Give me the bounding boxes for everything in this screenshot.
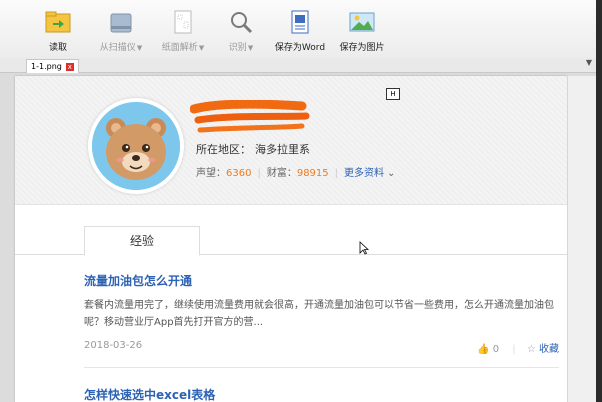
region-label: 所在地区： [196, 143, 251, 156]
mouse-cursor-icon [359, 241, 369, 255]
stats-divider: | [334, 168, 339, 179]
article-title-link[interactable]: 流量加油包怎么开通 [84, 272, 559, 289]
region-value: 海多拉里系 [255, 143, 310, 156]
stats-divider: | [257, 168, 261, 179]
article-meta: 2018-03-26 👍 0 | ☆ 收藏 [84, 340, 559, 356]
level-badge: H [386, 88, 400, 100]
actions-divider: | [512, 344, 516, 355]
region-line: 所在地区： 海多拉里系 [196, 141, 310, 157]
stats-line: 声望：6360 | 财富：98915 | 更多资料 ⌄ [196, 164, 395, 179]
magnifier-icon [227, 8, 255, 36]
vertical-scrollbar[interactable] [567, 76, 597, 402]
save-as-image-label: 保存为图片 [339, 43, 385, 53]
tab-experience[interactable]: 经验 [84, 226, 200, 256]
tab-list-dropdown-icon[interactable]: ▼ [586, 58, 592, 67]
profile-header: H 所在地区： 海多拉里系 声望：6360 | 财富：98915 | 更多资料 ⌄ [15, 76, 567, 205]
tab-label: 1-1.png [31, 62, 62, 71]
article-title-link[interactable]: 怎样快速选中excel表格 [84, 386, 559, 402]
recognize-dropdown-icon: ▼ [247, 44, 254, 52]
content-tabbar: 经验 [15, 226, 567, 256]
article-date: 2018-03-26 [84, 340, 143, 351]
layout-analysis-button[interactable]: 纸面解析▼ [159, 8, 207, 53]
toolbar: 读取 从扫描仪▼ 纸面解析▼ 识别▼ 保存为Word 保存为图片 [0, 0, 596, 59]
wealth-value: 98915 [296, 168, 329, 179]
scanner-dropdown-icon: ▼ [136, 44, 143, 52]
save-as-image-button[interactable]: 保存为图片 [338, 8, 386, 53]
document-tabbar: 1-1.png x ▼ [0, 58, 596, 73]
layout-analysis-label: 纸面解析 [161, 43, 198, 53]
read-label: 读取 [48, 43, 67, 53]
folder-open-icon [44, 8, 72, 36]
word-document-icon [286, 8, 314, 36]
save-as-word-button[interactable]: 保存为Word [272, 8, 328, 53]
page-layout-icon [169, 8, 197, 36]
favorite-link[interactable]: 收藏 [539, 344, 559, 355]
article-divider [84, 367, 559, 368]
chevron-down-icon[interactable]: ⌄ [387, 168, 395, 179]
scanner-button[interactable]: 从扫描仪▼ [96, 8, 146, 53]
layout-dropdown-icon: ▼ [198, 44, 205, 52]
save-as-word-label: 保存为Word [274, 43, 326, 53]
star-icon[interactable]: ☆ [527, 344, 536, 355]
like-count: 0 [492, 344, 500, 355]
bear-avatar-image [92, 102, 180, 190]
more-info-link[interactable]: 更多资料 [344, 168, 384, 179]
recognize-button[interactable]: 识别▼ [224, 8, 258, 53]
redacted-username [189, 99, 310, 138]
article-item: 流量加油包怎么开通 套餐内流量用完了，继续使用流量费用就会很高，开通流量加油包可… [84, 272, 559, 356]
scanner-icon [107, 8, 135, 36]
image-icon [348, 8, 376, 36]
window-edge [596, 0, 602, 402]
article-item: 怎样快速选中excel表格 [84, 386, 559, 402]
reputation-value: 6360 [226, 168, 252, 179]
reputation-label: 声望： [196, 168, 226, 179]
article-actions: 👍 0 | ☆ 收藏 [477, 340, 559, 355]
app-window: 读取 从扫描仪▼ 纸面解析▼ 识别▼ 保存为Word 保存为图片 1-1.png… [0, 0, 597, 402]
recognize-label: 识别 [228, 43, 247, 53]
avatar [88, 98, 184, 194]
close-tab-icon[interactable]: x [65, 62, 74, 71]
scanner-label: 从扫描仪 [99, 43, 136, 53]
wealth-label: 财富： [266, 168, 297, 179]
tab-1-1-png[interactable]: 1-1.png x [26, 59, 79, 73]
image-page: H 所在地区： 海多拉里系 声望：6360 | 财富：98915 | 更多资料 ⌄ 经验 流… [15, 76, 567, 402]
article-summary: 套餐内流量用完了，继续使用流量费用就会很高，开通流量加油包可以节省一些费用，怎么… [84, 300, 554, 328]
document-viewer: H 所在地区： 海多拉里系 声望：6360 | 财富：98915 | 更多资料 ⌄ 经验 流… [0, 73, 597, 402]
read-button[interactable]: 读取 [40, 8, 76, 53]
thumbs-up-icon[interactable]: 👍 [477, 344, 489, 355]
